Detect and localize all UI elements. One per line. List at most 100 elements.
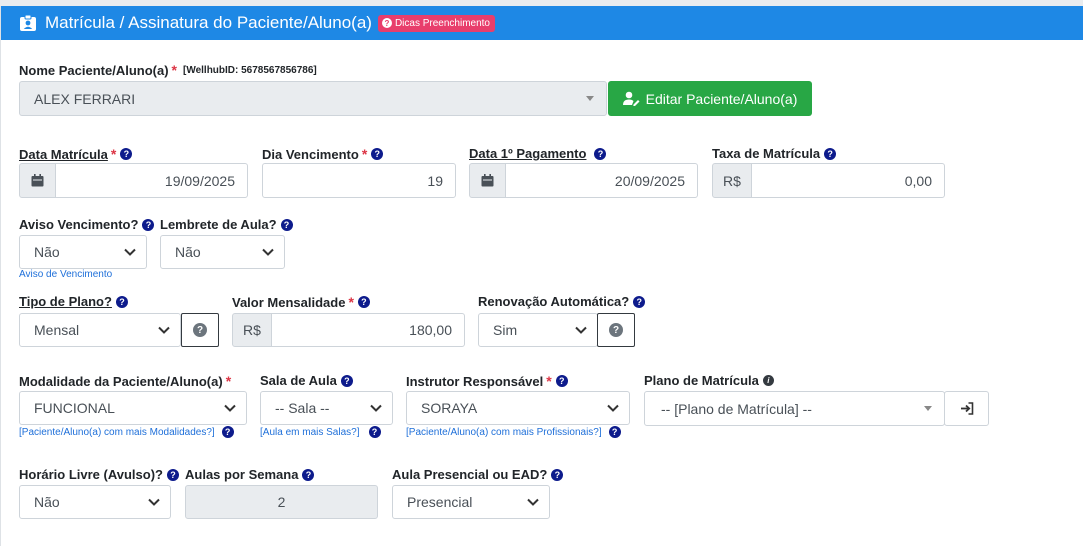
tips-badge[interactable]: ? Dicas Preenchimento: [377, 14, 495, 32]
sala-hint-link[interactable]: [Aula em mais Salas?] ?: [260, 426, 381, 438]
chevron-down-icon: [924, 406, 932, 411]
data-pagamento-value: 20/09/2025: [614, 172, 685, 189]
data-pagamento-input[interactable]: 20/09/2025: [505, 163, 698, 198]
help-icon[interactable]: ?: [551, 468, 564, 481]
aulas-semana-input[interactable]: 2: [185, 485, 378, 519]
instrutor-select[interactable]: SORAYA: [406, 391, 630, 425]
help-icon[interactable]: ?: [221, 426, 234, 438]
lembrete-label: Lembrete de Aula? ?: [160, 217, 293, 232]
patient-select[interactable]: ALEX FERRARI: [19, 81, 607, 116]
enrollment-card: Matrícula / Assinatura do Paciente/Aluno…: [0, 6, 1083, 546]
presencial-value: Presencial: [407, 494, 473, 510]
calendar-addon[interactable]: [469, 163, 506, 198]
required-mark: *: [225, 373, 232, 389]
modalidade-label: Modalidade da Paciente/Aluno(a) *: [19, 373, 231, 389]
dia-vencimento-input[interactable]: 19: [262, 163, 456, 198]
chevron-down-icon: [575, 326, 587, 334]
info-icon[interactable]: i: [762, 375, 774, 386]
user-edit-icon: [622, 91, 640, 106]
instrutor-hint-link[interactable]: [Paciente/Aluno(a) com mais Profissionai…: [406, 426, 621, 438]
chevron-down-icon: [607, 404, 619, 412]
help-icon: ?: [381, 18, 392, 28]
plano-matricula-select[interactable]: -- [Plano de Matrícula] --: [644, 391, 945, 426]
taxa-matricula-input[interactable]: 0,00: [751, 163, 945, 198]
patient-label: Nome Paciente/Aluno(a) * [WellhubID: 567…: [19, 62, 317, 78]
help-icon[interactable]: ?: [340, 374, 353, 387]
aviso-label-text: Aviso Vencimento?: [19, 217, 139, 232]
modalidade-hint-text: [Paciente/Aluno(a) com mais Modalidades?…: [19, 426, 215, 438]
help-icon[interactable]: ?: [302, 468, 315, 481]
renovacao-select[interactable]: Sim: [478, 313, 598, 347]
data-matricula-value: 19/09/2025: [164, 172, 235, 189]
valor-mensalidade-input[interactable]: 180,00: [271, 313, 465, 347]
help-icon[interactable]: ?: [371, 148, 384, 160]
currency-addon: R$: [712, 163, 752, 198]
horario-livre-label-text: Horário Livre (Avulso)?: [19, 467, 163, 482]
aviso-select[interactable]: Não: [19, 235, 147, 269]
calendar-icon: [481, 174, 494, 187]
help-icon[interactable]: ?: [142, 218, 155, 231]
aviso-label: Aviso Vencimento? ?: [19, 217, 155, 232]
horario-livre-value: Não: [34, 494, 60, 510]
sala-select[interactable]: -- Sala --: [260, 391, 393, 425]
chevron-down-icon: [262, 248, 274, 256]
help-icon[interactable]: ?: [555, 375, 568, 387]
patient-select-value: ALEX FERRARI: [34, 90, 136, 107]
help-icon[interactable]: ?: [633, 295, 646, 308]
aviso-value: Não: [34, 244, 60, 260]
modalidade-hint-link[interactable]: [Paciente/Aluno(a) com mais Modalidades?…: [19, 426, 234, 438]
plano-matricula-value: -- [Plano de Matrícula] --: [661, 400, 812, 417]
aulas-semana-value: 2: [277, 494, 286, 510]
instrutor-label-text: Instrutor Responsável: [406, 373, 544, 389]
edit-patient-button[interactable]: Editar Paciente/Aluno(a): [608, 81, 812, 116]
data-matricula-input[interactable]: 19/09/2025: [55, 163, 248, 198]
help-icon[interactable]: ?: [115, 295, 128, 308]
help-icon[interactable]: ?: [608, 426, 621, 438]
valor-mensalidade-label-text: Valor Mensalidade: [232, 294, 346, 310]
help-icon[interactable]: ?: [357, 296, 370, 308]
required-mark: *: [348, 294, 354, 310]
sala-value: -- Sala --: [275, 400, 330, 416]
chevron-down-icon: [148, 498, 160, 506]
data-pagamento-label: Data 1º Pagamento ?: [469, 146, 607, 161]
data-pagamento-label-text: Data 1º Pagamento: [469, 146, 587, 161]
sign-in-icon: [960, 402, 973, 415]
help-icon[interactable]: ?: [368, 426, 381, 438]
currency-addon: R$: [232, 313, 272, 347]
presencial-label-text: Aula Presencial ou EAD?: [392, 467, 548, 482]
renovacao-label: Renovação Automática? ?: [478, 294, 646, 309]
calendar-icon: [31, 174, 44, 187]
chevron-down-icon: [124, 248, 136, 256]
lembrete-select[interactable]: Não: [160, 235, 285, 269]
modalidade-select[interactable]: FUNCIONAL: [19, 391, 247, 425]
calendar-addon[interactable]: [19, 163, 56, 198]
presencial-label: Aula Presencial ou EAD? ?: [392, 467, 564, 482]
presencial-select[interactable]: Presencial: [392, 485, 550, 519]
chevron-down-icon: [158, 326, 170, 334]
horario-livre-label: Horário Livre (Avulso)? ?: [19, 467, 179, 482]
taxa-matricula-label-text: Taxa de Matrícula: [712, 146, 821, 161]
plano-matricula-enter-button[interactable]: [944, 391, 989, 426]
required-mark: *: [546, 373, 552, 389]
plano-matricula-label: Plano de Matrícula i: [644, 373, 774, 388]
dia-vencimento-label: Dia Vencimento * ?: [262, 146, 384, 162]
aviso-hint-link[interactable]: Aviso de Vencimento: [19, 269, 112, 280]
modalidade-value: FUNCIONAL: [34, 400, 115, 416]
help-icon[interactable]: ?: [824, 147, 837, 160]
help-icon[interactable]: ?: [594, 147, 607, 160]
required-mark: *: [171, 62, 177, 78]
help-icon[interactable]: ?: [280, 218, 293, 231]
help-icon[interactable]: ?: [166, 468, 179, 481]
currency-prefix: R$: [723, 172, 741, 189]
tipo-plano-help-button[interactable]: ?: [181, 313, 219, 347]
edit-patient-label: Editar Paciente/Aluno(a): [645, 90, 798, 107]
renovacao-help-button[interactable]: ?: [597, 313, 635, 347]
tipo-plano-label: Tipo de Plano? ?: [19, 294, 128, 309]
data-matricula-label: Data Matrícula * ?: [19, 146, 133, 162]
help-icon[interactable]: ?: [120, 148, 133, 160]
id-card-icon: [20, 14, 36, 31]
horario-livre-select[interactable]: Não: [19, 485, 171, 519]
tipo-plano-select[interactable]: Mensal: [19, 313, 181, 347]
wellhub-id: [WellhubID: 5678567856786]: [182, 64, 317, 76]
renovacao-value: Sim: [493, 322, 518, 338]
